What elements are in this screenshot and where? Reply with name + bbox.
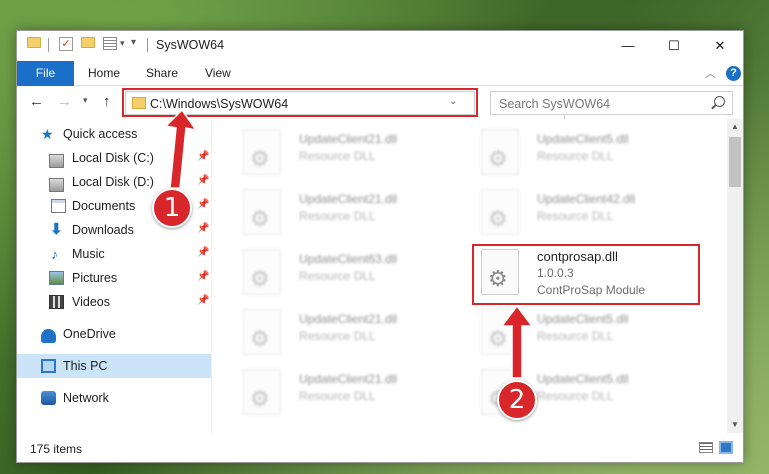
arrow-2-icon xyxy=(500,304,534,379)
callout-badge-2: 2 xyxy=(497,380,537,420)
callout-badge-1: 1 xyxy=(152,188,192,228)
arrow-1-icon xyxy=(164,108,198,189)
callout-arrows xyxy=(164,108,534,379)
